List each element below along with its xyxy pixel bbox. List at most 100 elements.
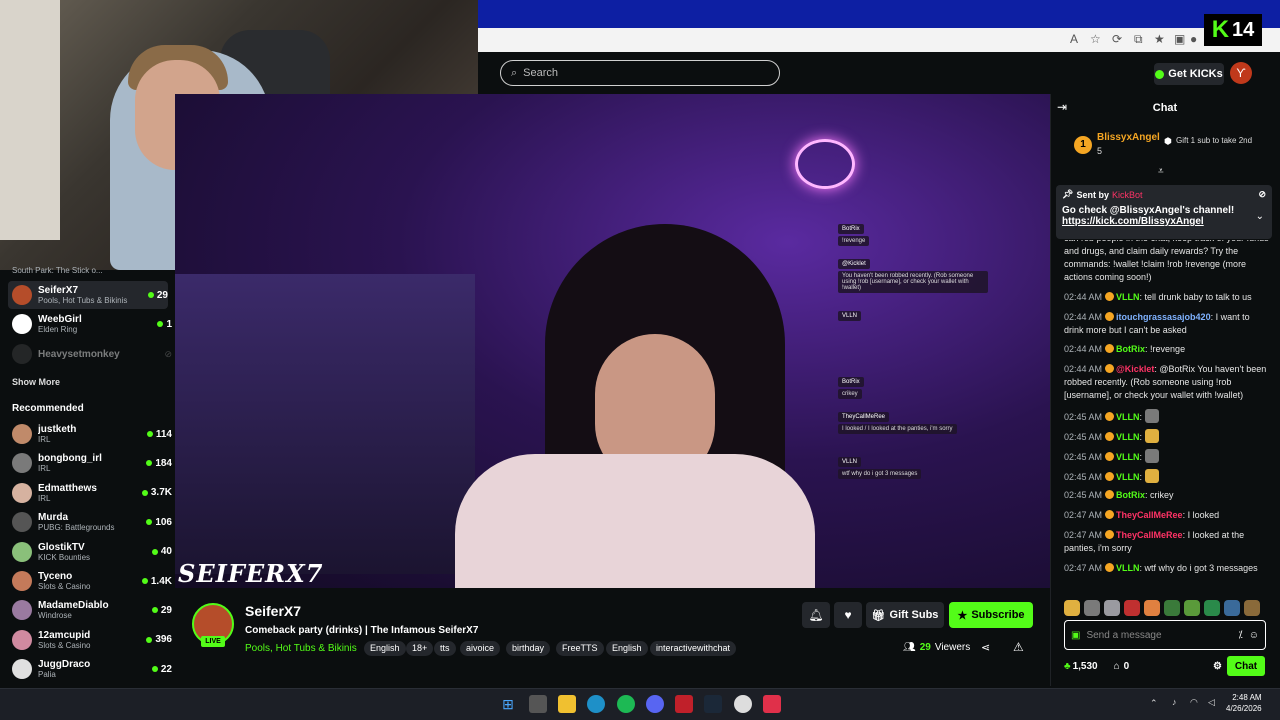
chat-username[interactable]: @Kicklet xyxy=(1116,364,1154,374)
sidebar-channel[interactable]: Edmatthews IRL 3.7K xyxy=(12,479,172,507)
gift-box-icon[interactable]: ⌂ xyxy=(1114,661,1120,672)
notification-bell-button[interactable]: 🔔︎ xyxy=(802,602,830,628)
report-warning-icon[interactable]: ⚠ xyxy=(1013,640,1024,654)
show-more-link[interactable]: Show More xyxy=(12,374,172,390)
sidebar-channel[interactable]: WeebGirl Elden Ring 1 xyxy=(12,310,172,338)
chat-username[interactable]: VLLN xyxy=(1116,412,1140,422)
emote-7[interactable] xyxy=(1184,600,1200,616)
chat-username[interactable]: VLLN xyxy=(1116,563,1140,573)
emote-1[interactable] xyxy=(1064,600,1080,616)
chat-username[interactable]: VLLN xyxy=(1116,472,1140,482)
taskbar-clock[interactable]: 2:48 AM 4/26/2026 xyxy=(1226,692,1262,714)
sidebar-channel[interactable]: Tyceno Slots & Casino 1.4K xyxy=(12,567,172,595)
chat-username[interactable]: BotRix xyxy=(1116,490,1145,500)
viewer-number: 29 xyxy=(160,604,172,616)
emote-10[interactable] xyxy=(1244,600,1260,616)
stream-tag[interactable]: aivoice xyxy=(460,641,501,656)
channel-viewers: 1.4K xyxy=(141,576,172,587)
subscribe-button[interactable]: ★ Subscribe xyxy=(949,602,1033,628)
chat-username[interactable]: itouchgrassasajob420 xyxy=(1116,312,1211,322)
tray-chevron-icon[interactable]: ⌃ xyxy=(1150,698,1158,709)
stream-tag[interactable]: birthday xyxy=(506,641,551,656)
follow-heart-button[interactable]: ♥ xyxy=(834,602,862,628)
file-explorer-icon[interactable] xyxy=(558,695,576,713)
edge-browser-icon[interactable] xyxy=(587,695,605,713)
sidebar-channel[interactable]: GlostikTV KICK Bounties 40 xyxy=(12,538,172,566)
sidebar-channel[interactable]: justketh IRL 114 xyxy=(12,420,172,448)
app-pink-icon[interactable] xyxy=(763,695,781,713)
chat-timestamp: 02:44 AM xyxy=(1064,292,1103,302)
windows-start-icon[interactable]: ⊞ xyxy=(499,695,517,713)
extensions-icon[interactable]: ⟳ xyxy=(1112,32,1122,46)
get-kicks-button[interactable]: Get KICKs xyxy=(1154,63,1224,85)
search-input[interactable]: ⌕ Search xyxy=(500,60,780,86)
emoji-icon[interactable]: ☺ xyxy=(1249,630,1259,641)
volume-icon[interactable]: ◁ xyxy=(1208,697,1215,708)
chat-identity-icon[interactable]: ▣ xyxy=(1071,630,1080,641)
collections-icon[interactable]: ▣ xyxy=(1174,32,1185,46)
top-gifter-name[interactable]: BlissyxAngel xyxy=(1097,132,1160,143)
channel-category: IRL xyxy=(38,435,51,444)
chat-username[interactable]: VLLN xyxy=(1116,432,1140,442)
sidebar-channel[interactable]: MadameDiablo Windrose 29 xyxy=(12,596,172,624)
collapse-chat-icon[interactable]: ⇥ xyxy=(1057,100,1067,114)
pinned-sender[interactable]: KickBot xyxy=(1112,190,1143,200)
user-avatar-button[interactable]: ϒ xyxy=(1230,62,1252,84)
chat-message-input[interactable]: ▣ Send a message ⁒ ☺ xyxy=(1064,620,1266,650)
chat-username[interactable]: BotRix xyxy=(1116,344,1145,354)
emote-3[interactable] xyxy=(1104,600,1120,616)
emote-9[interactable] xyxy=(1224,600,1240,616)
chat-username[interactable]: TheyCallMeRee xyxy=(1116,530,1183,540)
emote-6[interactable] xyxy=(1164,600,1180,616)
chat-username[interactable]: VLLN xyxy=(1116,292,1140,302)
stream-tag[interactable]: interactivewithchat xyxy=(650,641,737,656)
spotify-icon[interactable] xyxy=(617,695,635,713)
split-icon[interactable]: ⧉ xyxy=(1134,32,1143,47)
unpin-icon[interactable]: ⊘ xyxy=(1258,189,1266,200)
translate-icon[interactable]: ⁒ xyxy=(1238,630,1243,641)
sidebar-channel[interactable]: bongbong_irl IRL 184 xyxy=(12,449,172,477)
sidebar-channel[interactable]: Murda PUBG: Battlegrounds 106 xyxy=(12,508,172,536)
stream-category-link[interactable]: Pools, Hot Tubs & Bikinis xyxy=(245,643,357,654)
channel-name[interactable]: SeiferX7 xyxy=(245,603,301,619)
app-red-icon[interactable] xyxy=(675,695,693,713)
obs-icon[interactable] xyxy=(734,695,752,713)
expand-leaderboard-icon[interactable]: ⩡ xyxy=(1158,166,1164,177)
channel-name: WeebGirl xyxy=(38,314,82,325)
sidebar-channel[interactable]: Heavysetmonkey ⊘ xyxy=(12,340,172,368)
favorite-icon[interactable]: ☆ xyxy=(1090,32,1101,46)
channel-name: bongbong_irl xyxy=(38,453,102,465)
sidebar-channel-partial[interactable]: South Park: The Stick o... xyxy=(12,262,172,278)
emote-4[interactable] xyxy=(1124,600,1140,616)
favorites-bar-icon[interactable]: ★ xyxy=(1154,32,1165,46)
steam-icon[interactable] xyxy=(704,695,722,713)
wifi-icon[interactable]: ◠ xyxy=(1190,697,1198,708)
sidebar-channel[interactable]: JuggDraco Palia 22 xyxy=(12,655,172,683)
stream-tag[interactable]: English xyxy=(364,641,406,656)
chat-username[interactable]: VLLN xyxy=(1116,452,1140,462)
chevron-down-icon[interactable]: ⌄ xyxy=(1256,211,1264,222)
sidebar-channel[interactable]: 12amcupid Slots & Casino 396 xyxy=(12,626,172,654)
discord-icon[interactable] xyxy=(646,695,664,713)
video-player[interactable]: BotRix !revenge @Kicklet You haven't been r… xyxy=(175,94,1050,588)
mic-icon[interactable]: ♪ xyxy=(1172,697,1177,707)
gift-subs-button[interactable]: 🎁︎ Gift Subs xyxy=(866,602,944,628)
live-dot-icon xyxy=(147,292,154,298)
stream-tag[interactable]: 18+ xyxy=(406,641,434,656)
stream-tag[interactable]: FreeTTS xyxy=(556,641,604,656)
channel-category: Pools, Hot Tubs & Bikinis xyxy=(38,296,128,305)
emote-5[interactable] xyxy=(1144,600,1160,616)
stream-tag[interactable]: English xyxy=(606,641,648,656)
share-icon[interactable]: ⋖ xyxy=(981,641,990,654)
stream-tag[interactable]: tts xyxy=(434,641,456,656)
send-chat-button[interactable]: Chat xyxy=(1227,656,1265,676)
task-view-icon[interactable] xyxy=(529,695,547,713)
emote-8[interactable] xyxy=(1204,600,1220,616)
profile-icon[interactable]: ● xyxy=(1190,32,1197,46)
read-aloud-icon[interactable]: A xyxy=(1070,32,1078,46)
sidebar-channel[interactable]: SeiferX7 Pools, Hot Tubs & Bikinis 29 xyxy=(8,281,168,309)
chat-settings-icon[interactable]: ⚙ xyxy=(1213,661,1222,672)
chat-username[interactable]: TheyCallMeRee xyxy=(1116,510,1183,520)
emote-2[interactable] xyxy=(1084,600,1100,616)
pinned-link[interactable]: https://kick.com/BlissyxAngel xyxy=(1062,216,1266,227)
